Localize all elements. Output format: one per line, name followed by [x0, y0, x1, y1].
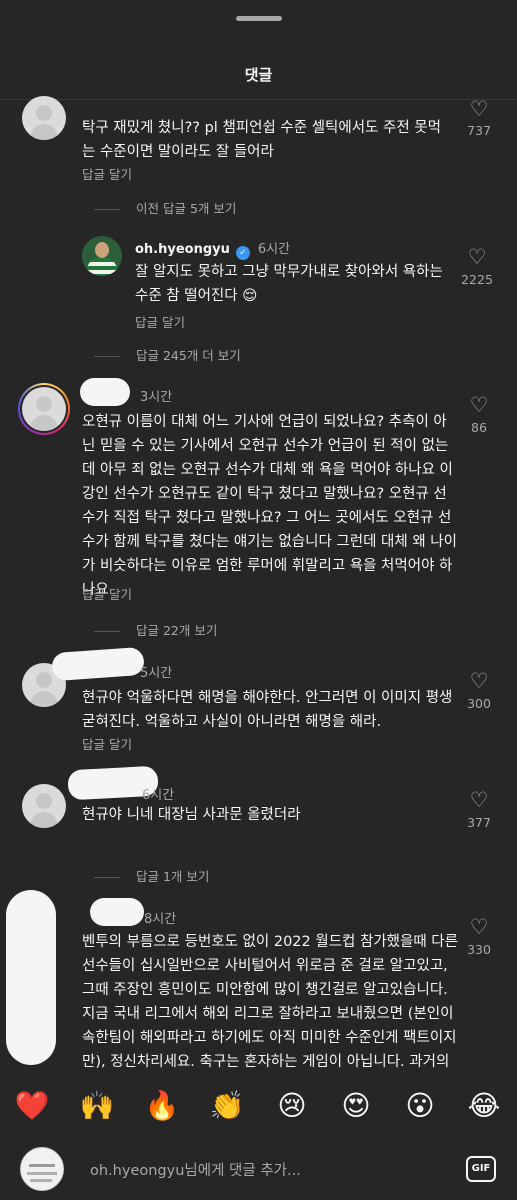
reply-button[interactable]: 답글 달기	[82, 734, 132, 753]
comment-text: 오현규 이름이 대체 어느 기사에 언급이 되었나요? 추측이 아닌 믿을 수 …	[82, 414, 457, 598]
like-count: 377	[467, 815, 491, 830]
comment-time: 6시간	[142, 788, 175, 803]
reply-button[interactable]: 답글 달기	[135, 312, 185, 331]
avatar-oh-hyeongyu[interactable]	[82, 236, 122, 276]
verified-badge-icon: ✓	[235, 246, 250, 260]
gif-button[interactable]: GIF	[466, 1156, 496, 1182]
crying-face-emoji-button[interactable]: 😢	[274, 1088, 310, 1124]
raising-hands-emoji-button[interactable]: 🙌	[79, 1088, 115, 1124]
like-heart-icon[interactable]: ♡	[468, 916, 490, 938]
comment-text: 잘 알지도 못하고 그냥 막무가내로 찾아와서 욕하는 수준 참 떨어진다 😌	[135, 264, 443, 304]
like-count: 2225	[461, 272, 493, 287]
reply-button[interactable]: 답글 달기	[82, 584, 132, 603]
avatar[interactable]	[22, 96, 66, 140]
like-heart-icon[interactable]: ♡	[466, 246, 488, 268]
like-count: 300	[467, 696, 491, 711]
emoji-quick-bar: ❤️ 🙌 🔥 👏 😢 😍 😮 😂	[0, 1072, 517, 1142]
comment-text: 현규야 니네 대장님 사과문 올렸더라	[82, 807, 301, 823]
view-replies[interactable]: 답글 22개 보기	[94, 620, 217, 639]
sheet-title: 댓글	[244, 66, 273, 84]
comment-text: 탁구 재밌게 쳤니?? pl 챔피언쉽 수준 셀틱에서도 주전 못먹는 수준이면…	[82, 120, 441, 160]
clapping-hands-emoji-button[interactable]: 👏	[209, 1088, 245, 1124]
comment-input[interactable]: oh.hyeongyu님에게 댓글 추가...	[90, 1159, 301, 1180]
like-count: 737	[467, 123, 491, 138]
username[interactable]: oh.hyeongyu	[135, 242, 230, 257]
redacted-avatar	[6, 890, 56, 1065]
view-previous-replies[interactable]: 이전 답글 5개 보기	[94, 198, 236, 217]
tears-of-joy-emoji-button[interactable]: 😂	[466, 1088, 502, 1124]
fire-emoji-button[interactable]: 🔥	[144, 1088, 180, 1124]
comment-text: 벤투의 부름으로 등번호도 없이 2022 월드컵 참가했을때 다른 선수들이 …	[82, 934, 458, 1070]
like-heart-icon[interactable]: ♡	[468, 98, 490, 120]
redacted-username	[51, 646, 145, 682]
view-more-replies[interactable]: 답글 245개 더 보기	[94, 345, 241, 364]
red-heart-emoji-button[interactable]: ❤️	[14, 1088, 50, 1124]
avatar[interactable]	[22, 784, 66, 828]
redacted-username	[80, 378, 130, 406]
like-heart-icon[interactable]: ♡	[468, 394, 490, 416]
comment-composer: oh.hyeongyu님에게 댓글 추가... GIF	[0, 1142, 517, 1200]
sheet-drag-handle[interactable]	[236, 16, 282, 21]
like-count: 330	[467, 942, 491, 957]
like-heart-icon[interactable]: ♡	[468, 670, 490, 692]
reply-button[interactable]: 답글 달기	[82, 164, 132, 183]
comment-text: 현규야 억울하다면 해명을 해야한다. 안그러면 이 이미지 평생 굳혀진다. …	[82, 690, 453, 730]
comment-time: 3시간	[140, 390, 173, 405]
title-divider	[0, 99, 517, 100]
my-avatar	[20, 1147, 64, 1191]
comment-time: 5시간	[140, 666, 173, 681]
surprised-face-emoji-button[interactable]: 😮	[402, 1088, 438, 1124]
comment-meta: oh.hyeongyu ✓ 6시간	[135, 238, 290, 260]
heart-eyes-emoji-button[interactable]: 😍	[338, 1088, 374, 1124]
like-heart-icon[interactable]: ♡	[468, 789, 490, 811]
view-replies[interactable]: 답글 1개 보기	[94, 866, 209, 885]
like-count: 86	[471, 420, 487, 435]
comment-time: 6시간	[257, 242, 291, 257]
avatar[interactable]	[22, 387, 66, 431]
comment-time: 8시간	[144, 912, 177, 927]
redacted-username	[90, 898, 144, 926]
